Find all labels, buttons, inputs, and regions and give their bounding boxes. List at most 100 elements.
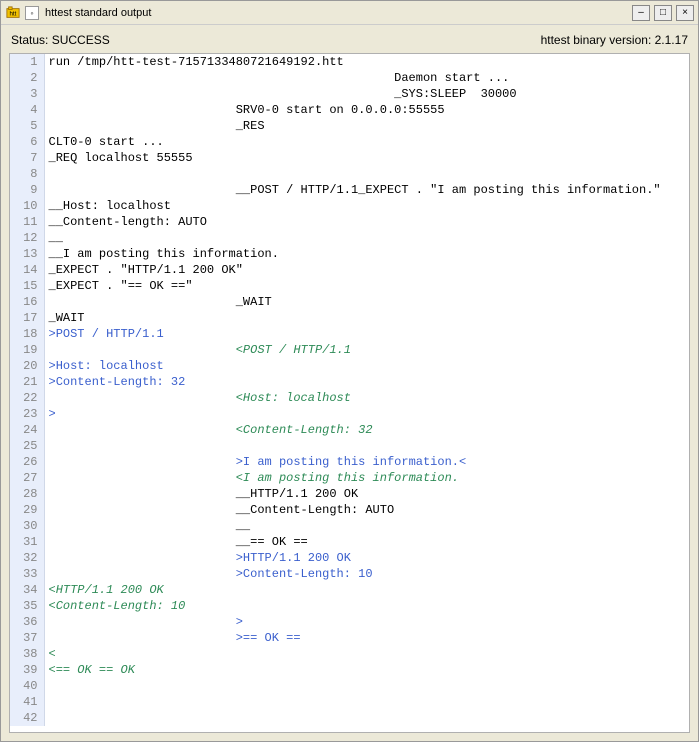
code-line: 16 _WAIT	[10, 294, 665, 310]
line-content[interactable]: __Content-Length: AUTO	[44, 502, 665, 518]
line-number: 39	[10, 662, 44, 678]
line-number: 17	[10, 310, 44, 326]
line-content[interactable]: <Content-Length: 32	[44, 422, 665, 438]
line-number: 6	[10, 134, 44, 150]
line-number: 25	[10, 438, 44, 454]
line-content[interactable]: _EXPECT . "HTTP/1.1 200 OK"	[44, 262, 665, 278]
line-content[interactable]: >	[44, 406, 665, 422]
line-number: 10	[10, 198, 44, 214]
line-number: 23	[10, 406, 44, 422]
line-content[interactable]: __I am posting this information.	[44, 246, 665, 262]
code-segment: _RES	[49, 119, 265, 133]
code-segment: __Host: localhost	[49, 199, 171, 213]
code-line: 34<HTTP/1.1 200 OK	[10, 582, 665, 598]
line-content[interactable]: >Content-Length: 32	[44, 374, 665, 390]
line-number: 32	[10, 550, 44, 566]
line-content[interactable]: _SYS:SLEEP 30000	[44, 86, 665, 102]
titlebar[interactable]: htt ◦ httest standard output – □ ×	[1, 1, 698, 25]
code-segment: __== OK ==	[49, 535, 308, 549]
minimize-button[interactable]: –	[632, 5, 650, 21]
code-segment: >Content-Length: 10	[236, 567, 373, 581]
code-segment	[49, 567, 236, 581]
line-content[interactable]: <HTTP/1.1 200 OK	[44, 582, 665, 598]
line-content[interactable]: >== OK ==	[44, 630, 665, 646]
line-content[interactable]: >	[44, 614, 665, 630]
line-number: 35	[10, 598, 44, 614]
line-number: 27	[10, 470, 44, 486]
line-content[interactable]: >Host: localhost	[44, 358, 665, 374]
code-segment: __I am posting this information.	[49, 247, 279, 261]
line-content[interactable]: >Content-Length: 10	[44, 566, 665, 582]
line-content[interactable]	[44, 678, 665, 694]
line-content[interactable]: _REQ localhost 55555	[44, 150, 665, 166]
line-content[interactable]: <Content-Length: 10	[44, 598, 665, 614]
code-line: 3 _SYS:SLEEP 30000	[10, 86, 665, 102]
line-content[interactable]: run /tmp/htt-test-7157133480721649192.ht…	[44, 54, 665, 70]
version-value: 2.1.17	[655, 33, 688, 47]
code-segment: _EXPECT . "== OK =="	[49, 279, 193, 293]
code-segment: >	[236, 615, 243, 629]
code-segment	[49, 343, 236, 357]
code-segment: Daemon start ...	[49, 71, 510, 85]
code-line: 27 <I am posting this information.	[10, 470, 665, 486]
line-content[interactable]: SRV0-0 start on 0.0.0.0:55555	[44, 102, 665, 118]
line-content[interactable]: >I am posting this information.<	[44, 454, 665, 470]
line-number: 7	[10, 150, 44, 166]
code-segment: _REQ localhost 55555	[49, 151, 193, 165]
pin-button[interactable]: ◦	[25, 6, 39, 20]
line-number: 37	[10, 630, 44, 646]
line-content[interactable]: _WAIT	[44, 310, 665, 326]
line-content[interactable]: <	[44, 646, 665, 662]
line-content[interactable]	[44, 710, 665, 726]
close-button[interactable]: ×	[676, 5, 694, 21]
line-content[interactable]: __	[44, 518, 665, 534]
output-scroll[interactable]: 1run /tmp/htt-test-7157133480721649192.h…	[10, 54, 689, 732]
code-table: 1run /tmp/htt-test-7157133480721649192.h…	[10, 54, 665, 726]
line-content[interactable]: __	[44, 230, 665, 246]
code-segment	[49, 423, 236, 437]
line-number: 2	[10, 70, 44, 86]
line-number: 24	[10, 422, 44, 438]
version-label: httest binary version:	[541, 33, 652, 47]
line-content[interactable]: _RES	[44, 118, 665, 134]
code-segment	[49, 551, 236, 565]
code-segment	[49, 391, 236, 405]
code-segment: __Content-length: AUTO	[49, 215, 207, 229]
code-line: 39<== OK == OK	[10, 662, 665, 678]
code-segment: <POST / HTTP/1.1	[236, 343, 351, 357]
line-content[interactable]: <Host: localhost	[44, 390, 665, 406]
line-content[interactable]: <POST / HTTP/1.1	[44, 342, 665, 358]
line-content[interactable]	[44, 166, 665, 182]
line-content[interactable]: CLT0-0 start ...	[44, 134, 665, 150]
code-line: 8	[10, 166, 665, 182]
line-number: 26	[10, 454, 44, 470]
code-line: 12__	[10, 230, 665, 246]
code-segment: >	[49, 407, 56, 421]
code-segment: >== OK ==	[236, 631, 301, 645]
line-number: 33	[10, 566, 44, 582]
line-content[interactable]: >POST / HTTP/1.1	[44, 326, 665, 342]
line-content[interactable]	[44, 694, 665, 710]
line-content[interactable]: __POST / HTTP/1.1_EXPECT . "I am posting…	[44, 182, 665, 198]
line-content[interactable]: <== OK == OK	[44, 662, 665, 678]
line-content[interactable]: _WAIT	[44, 294, 665, 310]
status-bar: Status: SUCCESS httest binary version: 2…	[1, 25, 698, 53]
line-content[interactable]: Daemon start ...	[44, 70, 665, 86]
line-content[interactable]: __== OK ==	[44, 534, 665, 550]
line-content[interactable]: __HTTP/1.1 200 OK	[44, 486, 665, 502]
line-content[interactable]: >HTTP/1.1 200 OK	[44, 550, 665, 566]
code-line: 29 __Content-Length: AUTO	[10, 502, 665, 518]
line-number: 20	[10, 358, 44, 374]
line-content[interactable]: <I am posting this information.	[44, 470, 665, 486]
line-number: 28	[10, 486, 44, 502]
code-line: 42	[10, 710, 665, 726]
line-content[interactable]: __Host: localhost	[44, 198, 665, 214]
line-content[interactable]	[44, 438, 665, 454]
code-segment: <Content-Length: 10	[49, 599, 186, 613]
line-content[interactable]: __Content-length: AUTO	[44, 214, 665, 230]
maximize-button[interactable]: □	[654, 5, 672, 21]
line-number: 34	[10, 582, 44, 598]
line-content[interactable]: _EXPECT . "== OK =="	[44, 278, 665, 294]
app-icon: htt	[5, 5, 21, 21]
status-label: Status:	[11, 33, 48, 47]
